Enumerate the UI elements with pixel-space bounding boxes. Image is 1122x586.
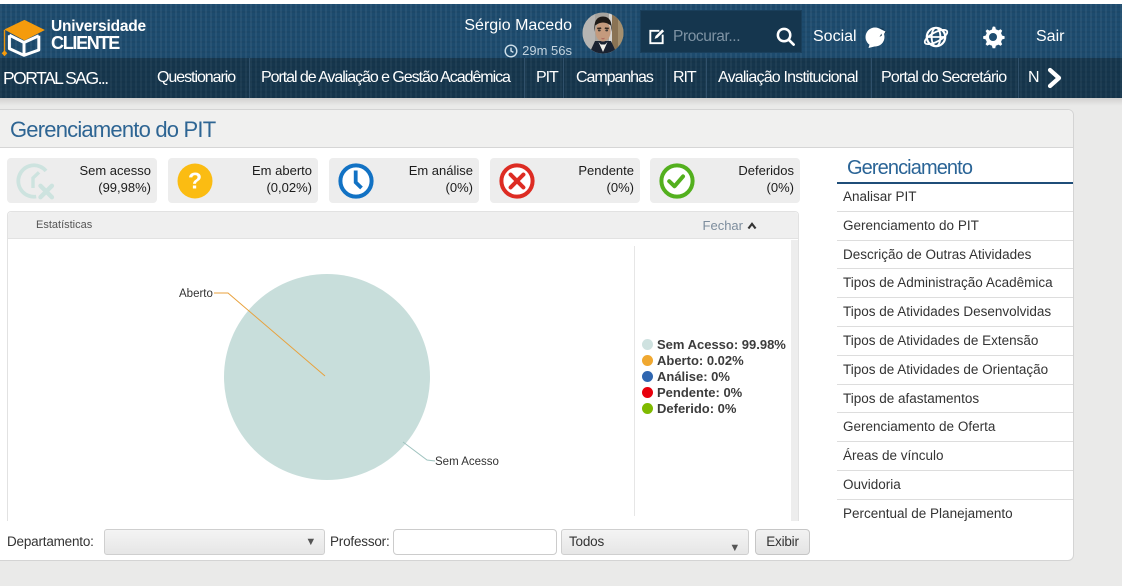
svg-text:Aberto: Aberto [179,288,213,300]
svg-text:Sem Acesso: Sem Acesso [435,456,499,468]
svg-text:?: ? [188,168,202,194]
